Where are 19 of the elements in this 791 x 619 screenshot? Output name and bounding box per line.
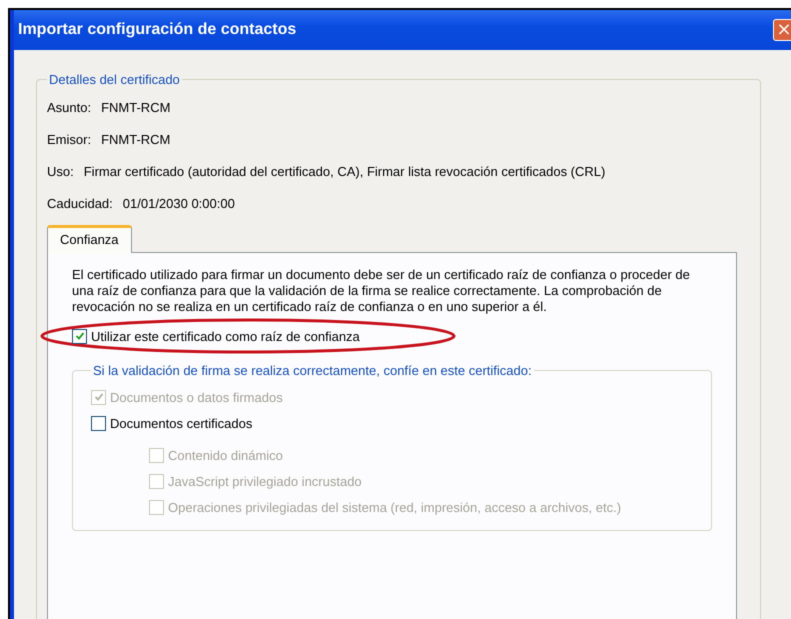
group-title: Si la validación de firma se realiza correctamente, confíe en este certificado: xyxy=(92,363,533,378)
field-value: Firmar certificado (autoridad del certificado, CA), Firmar lista revocación certificados (CRL) xyxy=(84,164,606,178)
field-value: FNMT-RCM xyxy=(101,132,170,146)
close-button[interactable]: × xyxy=(773,19,791,41)
check-icon xyxy=(74,331,84,341)
field-label: Emisor: xyxy=(47,132,92,146)
tab[interactable]: Confianza xyxy=(47,225,132,253)
field-value: FNMT-RCM xyxy=(101,100,170,114)
window-title: Importar configuración de contactos xyxy=(18,21,296,39)
group-title: Detalles del certificado xyxy=(48,72,181,87)
field-label: Asunto: xyxy=(47,100,92,114)
check-icon xyxy=(94,392,104,402)
description-text: El certificado utilizado para firmar un documento debe ser de un certificado raíz de confianza o proceder de una raíz de confianza para que la validación de la firma se realice correctamente. La comprobación de revocación no se realiza en un certificado raíz de confianza o en uno superior a él. xyxy=(72,267,691,315)
field-value: 01/01/2030 0:00:00 xyxy=(122,196,235,210)
checkbox[interactable] xyxy=(91,416,106,430)
checkbox[interactable] xyxy=(72,328,87,344)
checkbox-label[interactable]: Documentos certificados xyxy=(110,416,252,430)
field-label: Uso: xyxy=(47,164,74,178)
field-label: Caducidad: xyxy=(47,196,113,210)
